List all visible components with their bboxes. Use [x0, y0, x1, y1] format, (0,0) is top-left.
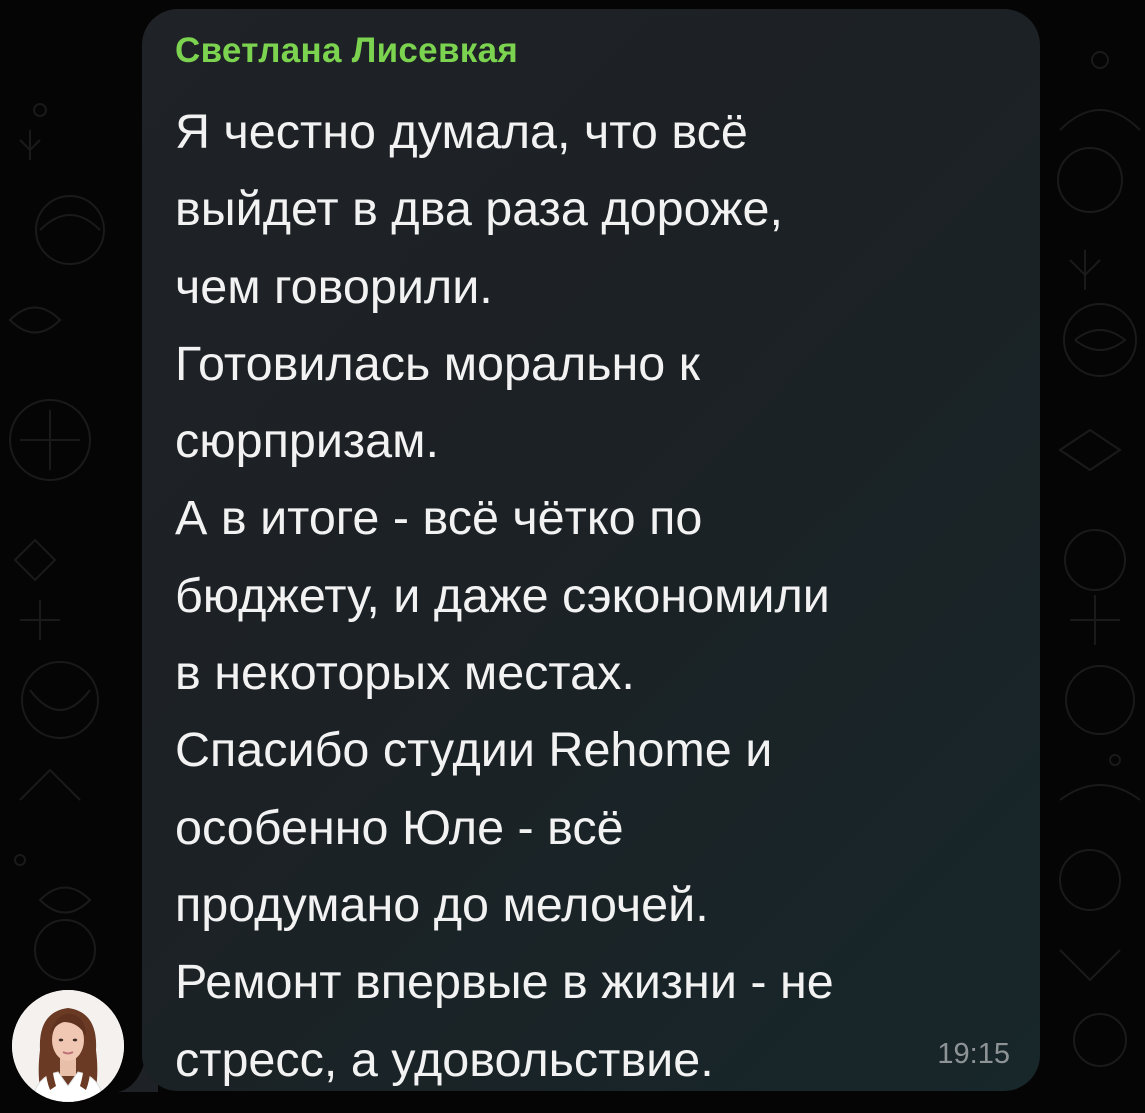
message-line: А в итоге - всё чётко по — [175, 491, 703, 546]
message-line: чем говорили. — [175, 259, 493, 314]
message-timestamp: 19:15 — [937, 1038, 1010, 1070]
message-text: Я честно думала, что всё выйдет в два ра… — [175, 94, 1015, 1099]
user-avatar-photo-icon — [12, 990, 124, 1102]
message-line: выйдет в два раза дороже, — [175, 182, 783, 237]
message-line: особенно Юле - всё — [175, 800, 624, 855]
sender-name[interactable]: Светлана Лисевкая — [175, 31, 518, 71]
message-line: в некоторых местах. — [175, 646, 635, 701]
message-line: Готовилась морально к — [175, 336, 700, 391]
message-bubble[interactable]: Светлана Лисевкая Я честно думала, что в… — [142, 9, 1040, 1091]
message-line: сюрпризам. — [175, 414, 439, 469]
avatar[interactable] — [12, 990, 124, 1102]
message-line: Спасибо студии Rehome и — [175, 723, 773, 778]
message-line: продумано до мелочей. — [175, 877, 709, 932]
message-line: Ремонт впервые в жизни - не — [175, 955, 834, 1010]
message-line: Я честно думала, что всё — [175, 105, 748, 159]
message-line: бюджету, и даже сэкономили — [175, 568, 830, 623]
message-line: стресс, а удовольствие. — [175, 1032, 714, 1087]
